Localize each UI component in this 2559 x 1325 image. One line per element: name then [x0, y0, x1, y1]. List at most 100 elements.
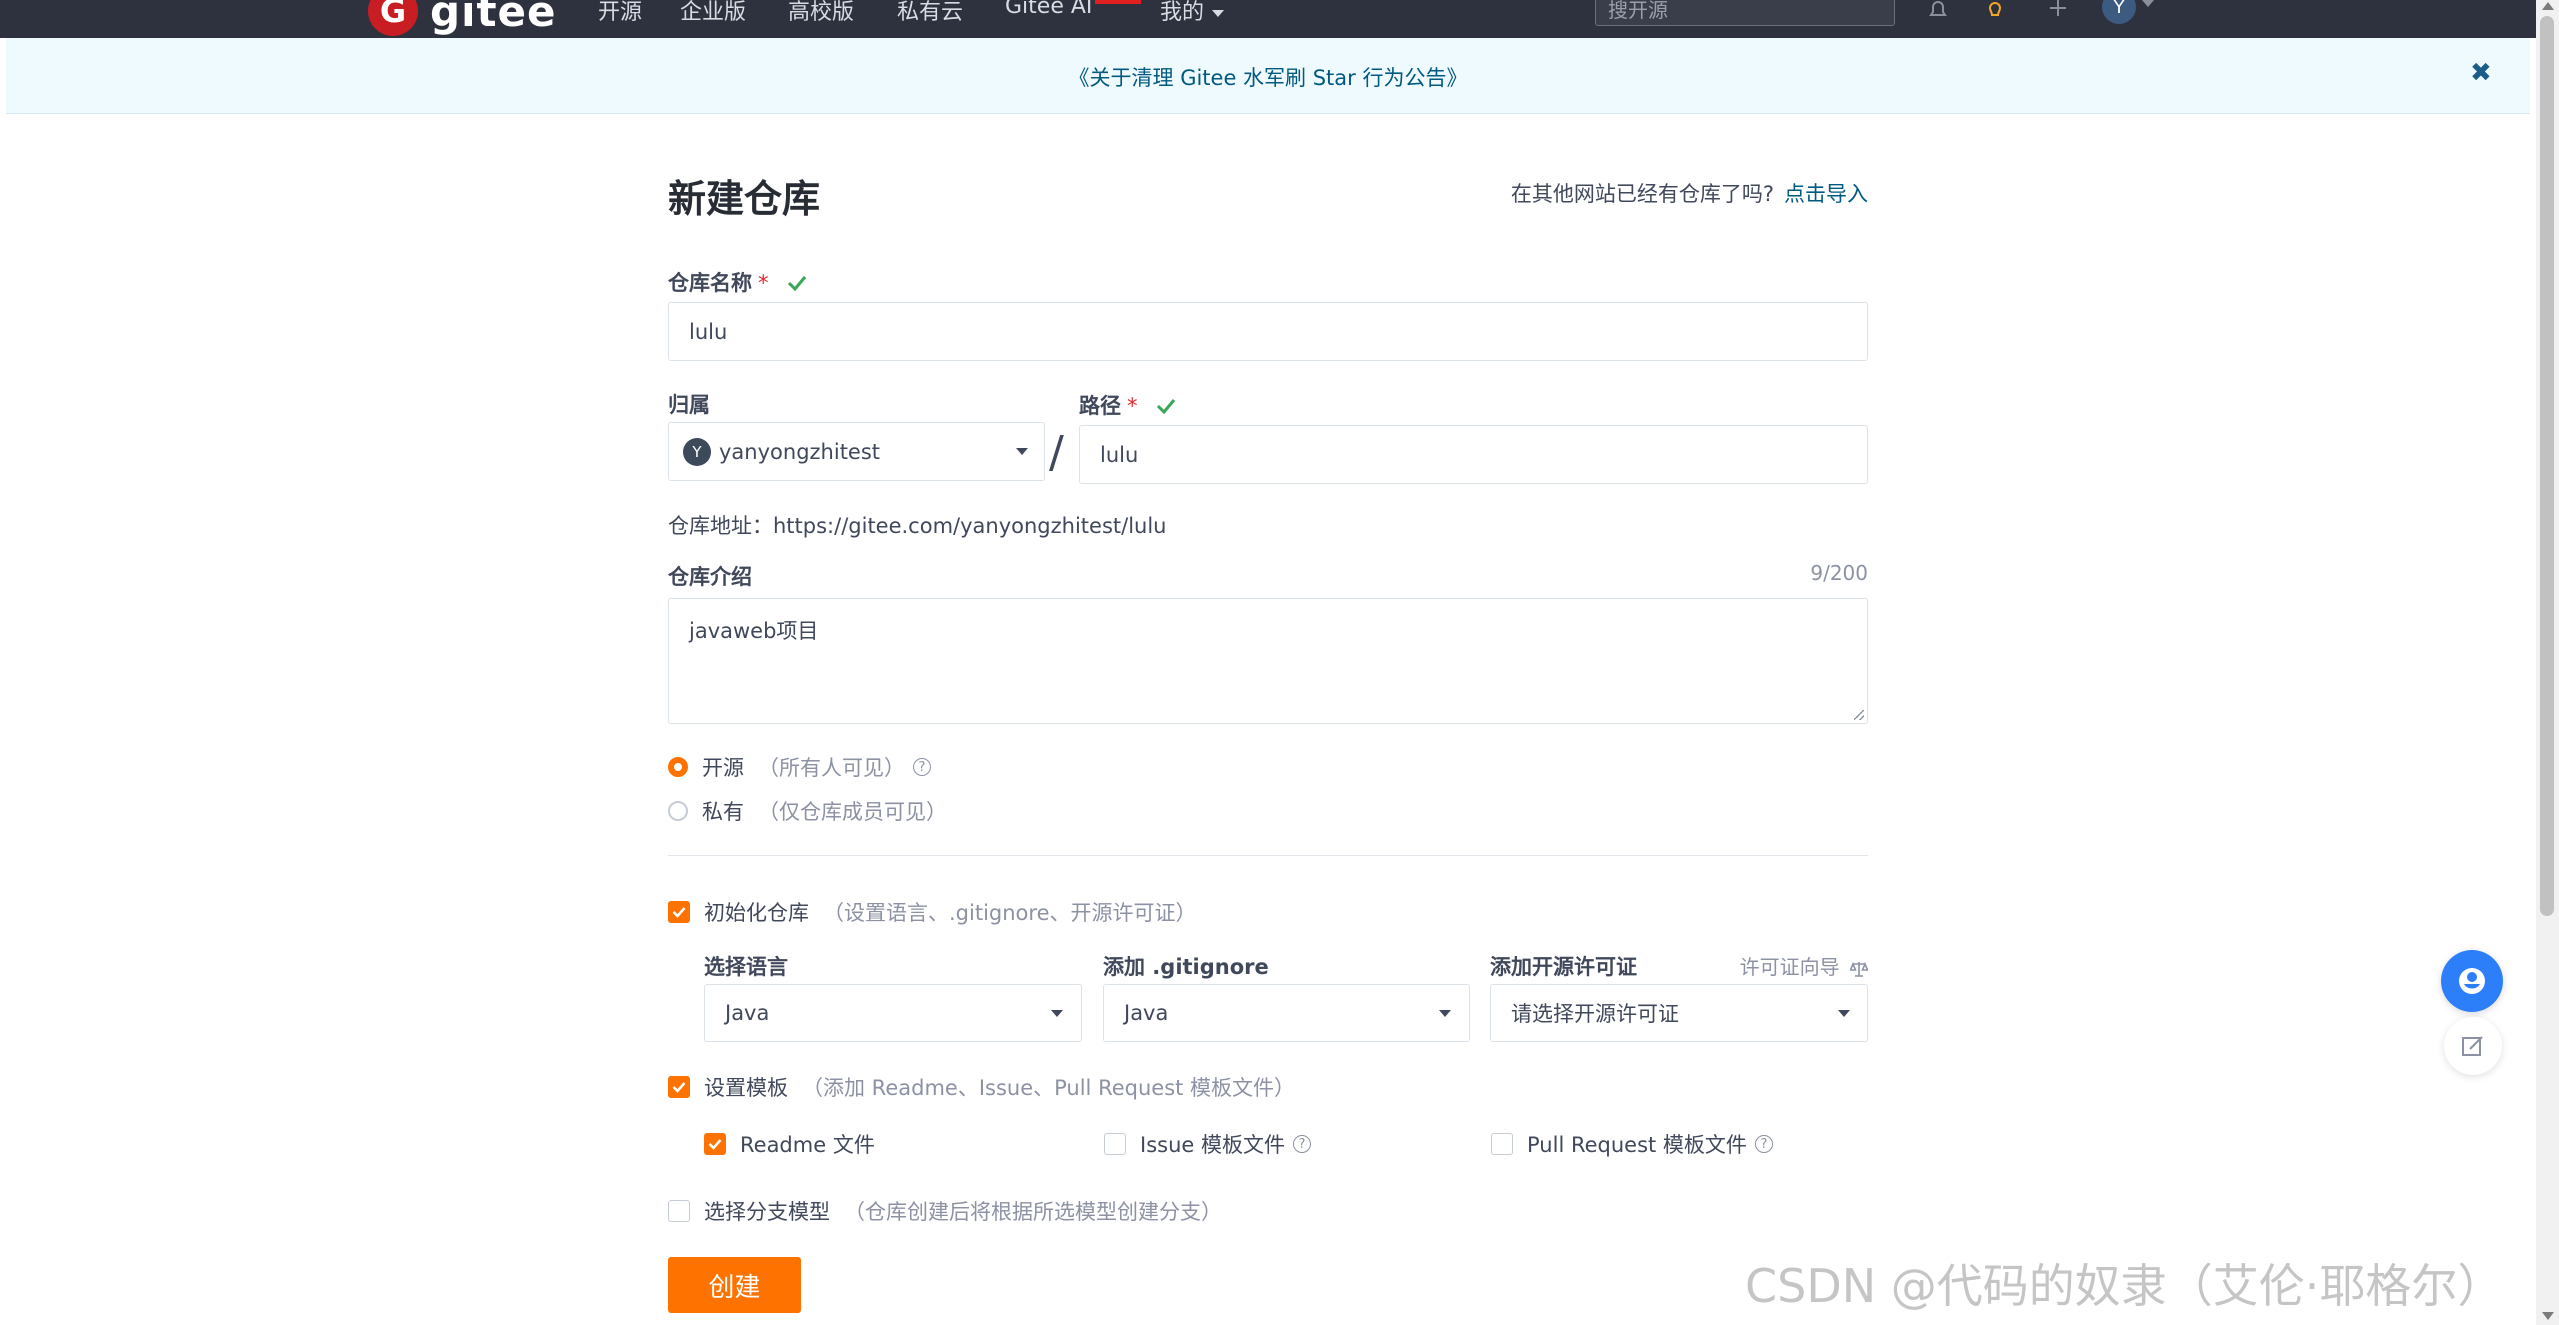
public-label: 开源 — [702, 756, 744, 780]
nav-item-open-source[interactable]: 开源 — [598, 0, 642, 26]
path-label-text: 路径 — [1079, 394, 1121, 418]
public-radio[interactable] — [668, 757, 688, 777]
announcement-link[interactable]: 《关于清理 Gitee 水军刷 Star 行为公告》 — [6, 62, 2530, 92]
logo-mark: G — [368, 0, 418, 36]
init-repo-hint: （设置语言、.gitignore、开源许可证） — [823, 901, 1197, 925]
chevron-down-icon — [1212, 9, 1225, 17]
readme-label: Readme 文件 — [740, 1133, 875, 1157]
logo-text: gitee — [430, 0, 557, 36]
pr-template-label: Pull Request 模板文件 — [1527, 1133, 1747, 1157]
gitignore-select[interactable]: Java — [1103, 984, 1470, 1042]
template-option[interactable]: 设置模板 （添加 Readme、Issue、Pull Request 模板文件） — [668, 1072, 1295, 1102]
path-label: 路径 * — [1079, 390, 1176, 420]
owner-select[interactable]: Y yanyongzhitest — [668, 422, 1045, 481]
nav-item-mine-label: 我的 — [1160, 0, 1205, 25]
issue-template-label: Issue 模板文件 — [1140, 1133, 1285, 1157]
license-chevron-down-icon[interactable] — [1838, 1010, 1850, 1017]
user-avatar[interactable]: Y — [2102, 0, 2136, 24]
nav-item-private-cloud[interactable]: 私有云 — [897, 0, 963, 26]
nav-item-enterprise[interactable]: 企业版 — [680, 0, 746, 26]
owner-value: yanyongzhitest — [719, 439, 881, 464]
required-mark: * — [1127, 394, 1138, 418]
init-repo-checkbox[interactable] — [668, 901, 690, 923]
avatar-chevron-down-icon[interactable] — [2142, 0, 2154, 7]
valid-check-icon — [1156, 395, 1176, 419]
public-hint: （所有人可见） — [758, 756, 905, 780]
license-label: 添加开源许可证 — [1490, 955, 1637, 979]
create-button[interactable]: 创建 — [668, 1257, 801, 1313]
gitignore-label: 添加 .gitignore — [1103, 955, 1269, 979]
repo-name-label-text: 仓库名称 — [668, 271, 752, 295]
section-divider — [668, 855, 1868, 856]
owner-chevron-down-icon[interactable] — [1016, 448, 1028, 455]
visibility-private-option[interactable]: 私有 （仅仓库成员可见） — [668, 796, 947, 826]
chat-help-icon[interactable] — [2441, 950, 2503, 1012]
plus-icon[interactable] — [2046, 0, 2070, 26]
private-radio[interactable] — [668, 801, 688, 821]
description-value: javaweb项目 — [689, 619, 819, 643]
language-select[interactable]: Java — [704, 984, 1082, 1042]
visibility-public-option[interactable]: 开源 （所有人可见） ? — [668, 752, 931, 782]
owner-avatar: Y — [683, 437, 711, 466]
search-input[interactable]: 搜开源 — [1595, 0, 1895, 26]
description-label: 仓库介绍 — [668, 565, 752, 589]
scroll-up-arrow-icon[interactable] — [2542, 2, 2554, 10]
license-guide-text: 许可证向导 — [1739, 955, 1840, 979]
readme-checkbox[interactable] — [704, 1133, 726, 1155]
bell-icon[interactable] — [1926, 0, 1950, 26]
required-mark: * — [758, 271, 769, 295]
feedback-edit-icon[interactable] — [2444, 1017, 2502, 1075]
owner-label: 归属 — [668, 393, 710, 417]
repo-name-label: 仓库名称 * — [668, 267, 807, 297]
private-label: 私有 — [702, 800, 744, 824]
license-select[interactable]: 请选择开源许可证 — [1490, 984, 1868, 1042]
issue-template-checkbox[interactable] — [1104, 1133, 1126, 1155]
close-icon[interactable]: ✖ — [2470, 58, 2492, 88]
pr-template-checkbox[interactable] — [1491, 1133, 1513, 1155]
nav-item-education[interactable]: 高校版 — [788, 0, 854, 26]
repo-url: 仓库地址：https://gitee.com/yanyongzhitest/lu… — [668, 514, 1167, 538]
init-repo-option[interactable]: 初始化仓库 （设置语言、.gitignore、开源许可证） — [668, 897, 1197, 927]
scroll-down-arrow-icon[interactable] — [2542, 1312, 2554, 1320]
description-counter: 9/200 — [1810, 561, 1868, 585]
template-checkbox[interactable] — [668, 1076, 690, 1098]
branch-model-hint: （仓库创建后将根据所选模型创建分支） — [844, 1200, 1222, 1224]
readme-option[interactable]: Readme 文件 — [704, 1129, 875, 1159]
import-prompt-text: 在其他网站已经有仓库了吗? — [1510, 182, 1774, 206]
repo-name-input[interactable]: lulu — [668, 302, 1868, 361]
private-hint: （仅仓库成员可见） — [758, 800, 947, 824]
path-input[interactable]: lulu — [1079, 425, 1868, 484]
description-textarea[interactable]: javaweb项目 — [668, 598, 1868, 724]
pr-template-option[interactable]: Pull Request 模板文件 ? — [1491, 1129, 1773, 1159]
nav-item-mine[interactable]: 我的 — [1160, 0, 1225, 26]
template-hint: （添加 Readme、Issue、Pull Request 模板文件） — [802, 1076, 1296, 1100]
announcement-banner: 《关于清理 Gitee 水军刷 Star 行为公告》 ✖ — [6, 38, 2530, 114]
template-label: 设置模板 — [704, 1076, 788, 1100]
valid-check-icon — [787, 272, 807, 296]
init-repo-label: 初始化仓库 — [704, 901, 809, 925]
gitignore-chevron-down-icon[interactable] — [1439, 1010, 1451, 1017]
watermark: CSDN @代码的奴隶（艾伦·耶格尔） — [1745, 1259, 2504, 1313]
language-label: 选择语言 — [704, 955, 788, 979]
help-icon[interactable]: ? — [1292, 1135, 1311, 1153]
resize-handle-icon[interactable] — [1854, 710, 1864, 720]
scrollbar-thumb[interactable] — [2540, 16, 2554, 916]
scale-icon — [1849, 961, 1869, 977]
path-separator: / — [1049, 427, 1064, 478]
import-link[interactable]: 点击导入 — [1784, 182, 1868, 206]
help-icon[interactable]: ? — [1754, 1135, 1773, 1153]
branch-model-option[interactable]: 选择分支模型 （仓库创建后将根据所选模型创建分支） — [668, 1196, 1222, 1226]
issue-template-option[interactable]: Issue 模板文件 ? — [1104, 1129, 1311, 1159]
nav-new-badge — [1095, 0, 1141, 4]
language-chevron-down-icon[interactable] — [1051, 1010, 1063, 1017]
branch-model-label: 选择分支模型 — [704, 1200, 830, 1224]
help-icon[interactable]: ? — [913, 758, 931, 776]
page-title: 新建仓库 — [668, 177, 821, 221]
branch-model-checkbox[interactable] — [668, 1200, 690, 1222]
nav-item-gitee-ai[interactable]: Gitee AI — [1005, 0, 1092, 19]
lightbulb-icon[interactable] — [1983, 0, 2007, 26]
license-guide-link[interactable]: 许可证向导 — [1739, 951, 1869, 980]
import-prompt: 在其他网站已经有仓库了吗? 点击导入 — [1511, 178, 1868, 208]
top-navbar: G gitee 开源 企业版 高校版 私有云 Gitee AI 我的 搜开源 Y — [0, 0, 2536, 38]
gitee-logo[interactable]: G gitee — [368, 0, 557, 36]
